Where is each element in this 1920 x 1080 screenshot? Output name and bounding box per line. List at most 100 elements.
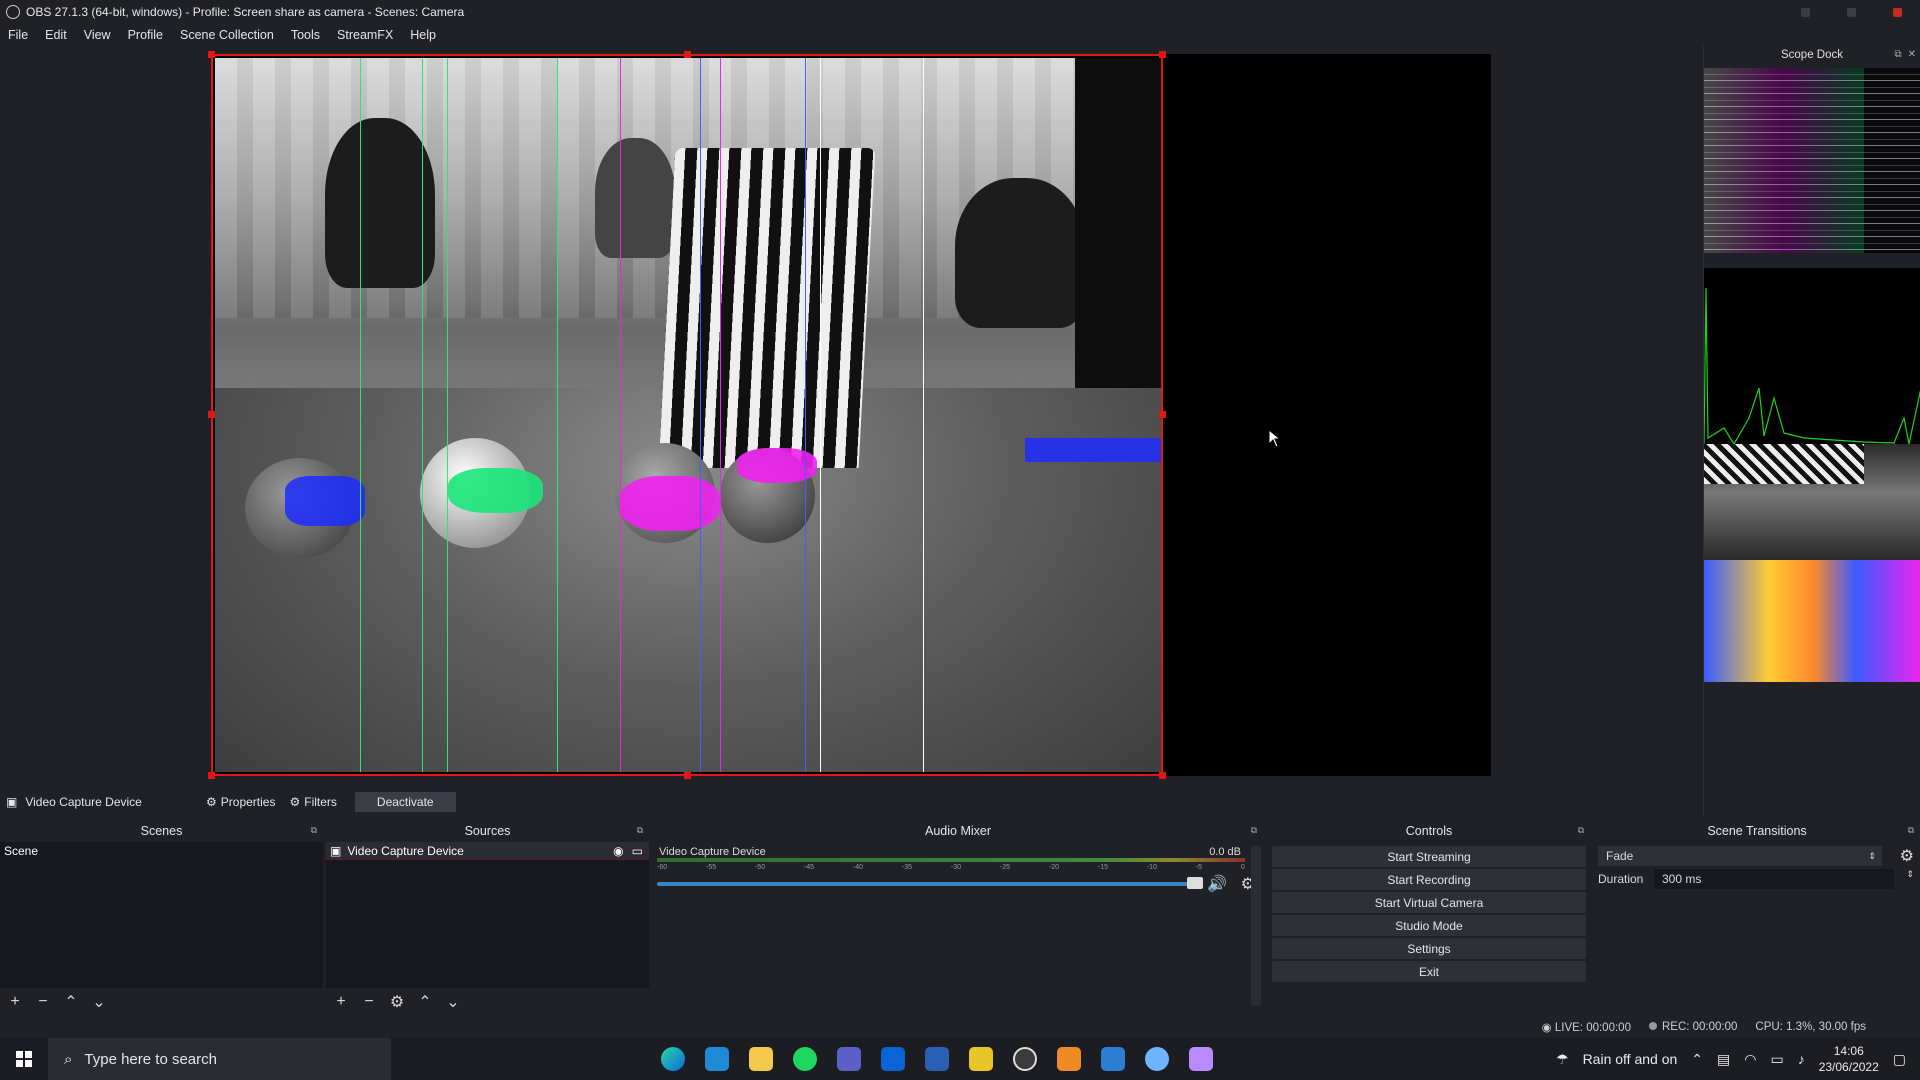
video-striped-object xyxy=(658,148,876,468)
list-item[interactable]: Scene xyxy=(0,842,323,860)
resize-handle[interactable] xyxy=(1159,51,1166,58)
volume-icon[interactable]: ♪ xyxy=(1798,1051,1805,1067)
float-icon[interactable]: ⧉ xyxy=(1251,825,1257,836)
add-icon[interactable]: + xyxy=(332,993,350,1011)
outlook-icon[interactable] xyxy=(881,1047,905,1071)
volume-slider[interactable] xyxy=(657,882,1189,886)
move-up-icon[interactable]: ⌃ xyxy=(62,992,80,1012)
start-streaming-button[interactable]: Start Streaming xyxy=(1272,846,1586,867)
app-icon[interactable] xyxy=(1101,1047,1125,1071)
menu-profile[interactable]: Profile xyxy=(128,28,163,42)
file-explorer-icon[interactable] xyxy=(749,1047,773,1071)
menu-scene-collection[interactable]: Scene Collection xyxy=(180,28,274,42)
float-icon[interactable]: ⧉ xyxy=(1894,49,1901,60)
camera-icon: ▣ xyxy=(6,795,18,809)
resize-handle[interactable] xyxy=(684,51,691,58)
audio-mixer-body: Video Capture Device 0.0 dB -60 -55 -50 … xyxy=(653,842,1263,1016)
gear-icon[interactable]: ⚙ xyxy=(1900,846,1914,866)
obs-logo-icon xyxy=(6,5,20,19)
move-down-icon[interactable]: ⌄ xyxy=(444,992,462,1012)
move-down-icon[interactable]: ⌄ xyxy=(90,992,108,1012)
menu-help[interactable]: Help xyxy=(410,28,436,42)
resize-handle[interactable] xyxy=(208,411,215,418)
scope-line xyxy=(720,58,721,772)
exit-button[interactable]: Exit xyxy=(1272,961,1586,982)
studio-mode-button[interactable]: Studio Mode xyxy=(1272,915,1586,936)
system-tray: ☂ Rain off and on ⌃ ▤ ◠ ▭ ♪ 14:06 23/06/… xyxy=(1556,1038,1920,1080)
app-icon[interactable] xyxy=(1189,1047,1213,1071)
start-virtual-camera-button[interactable]: Start Virtual Camera xyxy=(1272,892,1586,913)
obs-icon[interactable] xyxy=(1013,1047,1037,1071)
float-icon[interactable]: ⧉ xyxy=(1908,825,1914,836)
resize-handle[interactable] xyxy=(1159,411,1166,418)
menu-file[interactable]: File xyxy=(8,28,28,42)
properties-button[interactable]: ⚙ Properties xyxy=(206,795,275,809)
record-icon xyxy=(1648,1022,1657,1030)
settings-button[interactable]: Settings xyxy=(1272,938,1586,959)
spotify-icon[interactable] xyxy=(793,1047,817,1071)
video-green-highlight xyxy=(448,468,543,513)
weather-icon: ☂ xyxy=(1556,1050,1569,1067)
video-person xyxy=(955,178,1085,328)
close-icon[interactable]: ✕ xyxy=(1908,49,1916,60)
histogram-scope xyxy=(1703,268,1920,446)
video-person xyxy=(325,118,435,288)
sources-toolbar: + − ⚙ ⌃ ⌄ xyxy=(326,988,649,1016)
volume-slider-handle[interactable] xyxy=(1187,877,1203,889)
selected-source-name: Video Capture Device xyxy=(25,795,142,809)
network-icon[interactable]: ▤ xyxy=(1717,1051,1730,1068)
resize-handle[interactable] xyxy=(1159,772,1166,779)
maximize-button[interactable] xyxy=(1828,0,1874,24)
remove-icon[interactable]: − xyxy=(360,993,378,1011)
close-button[interactable] xyxy=(1874,0,1920,24)
teams-icon[interactable] xyxy=(837,1047,861,1071)
menu-edit[interactable]: Edit xyxy=(45,28,67,42)
notifications-icon[interactable]: ▢ xyxy=(1893,1051,1906,1068)
duration-input[interactable]: 300 ms xyxy=(1654,869,1894,889)
scrollbar[interactable] xyxy=(1251,846,1261,1006)
deactivate-button[interactable]: Deactivate xyxy=(354,792,456,812)
menu-tools[interactable]: Tools xyxy=(291,28,320,42)
transition-select[interactable]: Fade ⇕ xyxy=(1598,846,1882,866)
app-icon[interactable] xyxy=(1057,1047,1081,1071)
resize-handle[interactable] xyxy=(208,772,215,779)
clock[interactable]: 14:06 23/06/2022 xyxy=(1819,1043,1879,1075)
start-button[interactable] xyxy=(0,1038,48,1080)
chevron-up-icon[interactable]: ⌃ xyxy=(1691,1051,1703,1068)
edge-icon[interactable] xyxy=(661,1047,685,1071)
eye-icon[interactable]: ◉ xyxy=(613,844,623,858)
battery-icon[interactable]: ▭ xyxy=(1770,1051,1783,1068)
wifi-icon[interactable]: ◠ xyxy=(1744,1051,1756,1068)
meter-ticks: -60 -55 -50 -45 -40 -35 -30 -25 -20 -15 … xyxy=(657,864,1245,871)
stepper-icon[interactable]: ⇕ xyxy=(1906,869,1914,880)
filters-button[interactable]: ⚙ Filters xyxy=(289,795,336,809)
app-icon[interactable] xyxy=(1145,1047,1169,1071)
float-icon[interactable]: ⧉ xyxy=(637,825,643,836)
track-name: Video Capture Device xyxy=(659,846,766,858)
video-capture-preview[interactable] xyxy=(215,58,1161,772)
rec-status: REC: 00:00:00 xyxy=(1648,1021,1737,1033)
start-recording-button[interactable]: Start Recording xyxy=(1272,869,1586,890)
menu-view[interactable]: View xyxy=(84,28,111,42)
minimize-button[interactable] xyxy=(1782,0,1828,24)
menu-streamfx[interactable]: StreamFX xyxy=(337,28,393,42)
move-up-icon[interactable]: ⌃ xyxy=(416,992,434,1012)
controls-dock: Controls ⧉ Start Streaming Start Recordi… xyxy=(1268,820,1590,1016)
word-icon[interactable] xyxy=(925,1047,949,1071)
resize-handle[interactable] xyxy=(208,51,215,58)
taskbar-search[interactable]: ⌕ Type here to search xyxy=(48,1038,391,1080)
list-item[interactable]: ▣ Video Capture Device ◉ ▭ xyxy=(326,842,649,860)
app-icon[interactable] xyxy=(969,1047,993,1071)
vscode-icon[interactable] xyxy=(705,1047,729,1071)
speaker-icon[interactable]: 🔊 xyxy=(1207,874,1227,894)
weather-text[interactable]: Rain off and on xyxy=(1583,1051,1678,1067)
lock-icon[interactable]: ▭ xyxy=(632,844,643,858)
float-icon[interactable]: ⧉ xyxy=(311,825,317,836)
remove-icon[interactable]: − xyxy=(34,993,52,1011)
gear-icon[interactable]: ⚙ xyxy=(388,992,406,1012)
float-icon[interactable]: ⧉ xyxy=(1578,825,1584,836)
add-icon[interactable]: + xyxy=(6,993,24,1011)
scenes-list[interactable]: Scene xyxy=(0,842,323,988)
resize-handle[interactable] xyxy=(684,772,691,779)
sources-list[interactable]: ▣ Video Capture Device ◉ ▭ xyxy=(326,842,649,988)
